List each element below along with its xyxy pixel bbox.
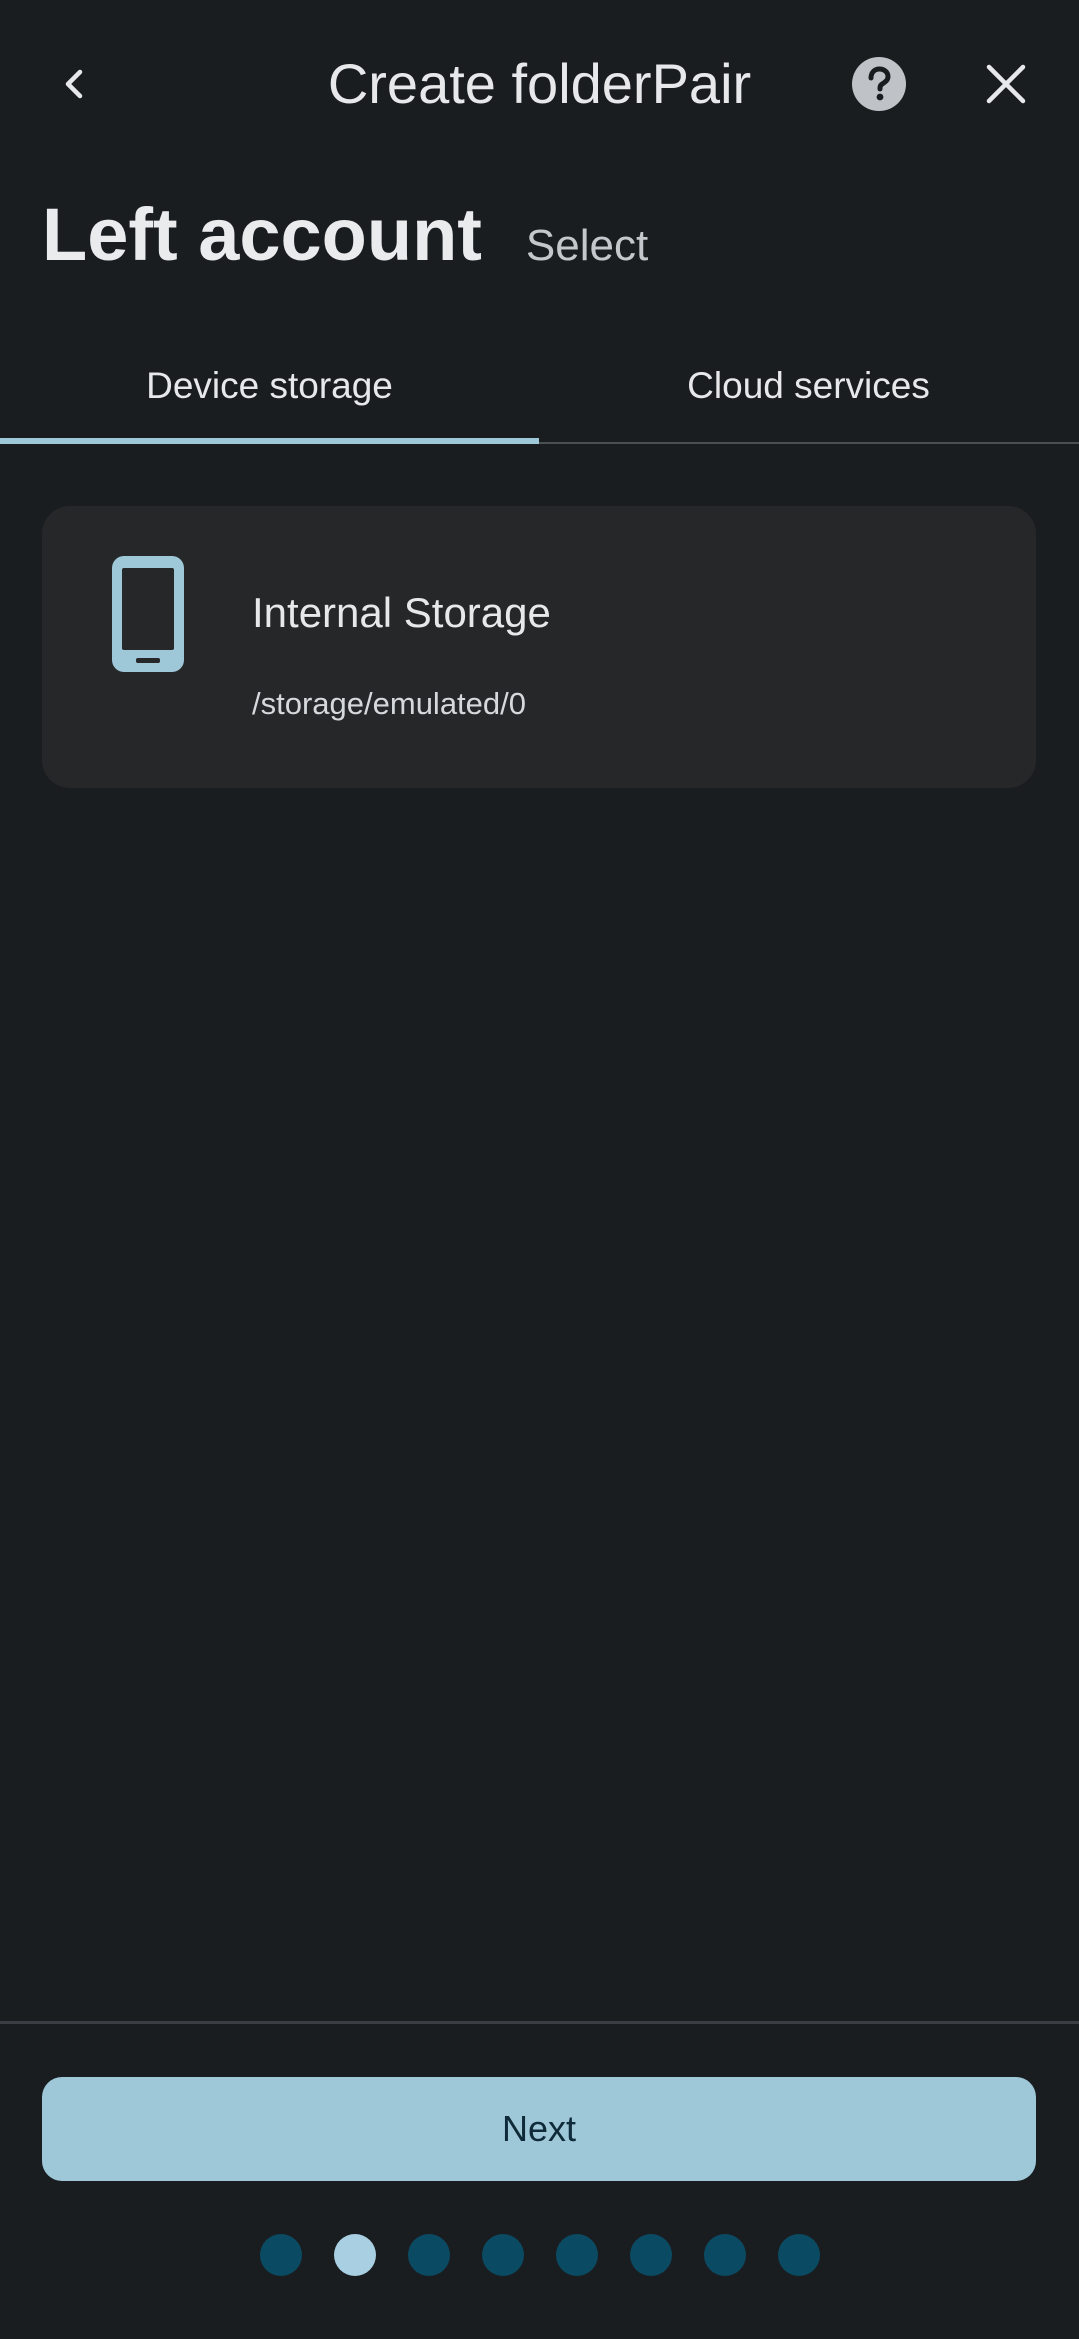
step-dot-7 [704, 2234, 746, 2276]
top-app-bar: Create folderPair [0, 0, 1079, 170]
footer-divider [0, 2021, 1079, 2024]
step-dot-1 [260, 2234, 302, 2276]
storage-item-internal[interactable]: Internal Storage /storage/emulated/0 [42, 506, 1036, 788]
smartphone-icon [112, 556, 184, 672]
storage-item-path: /storage/emulated/0 [252, 686, 527, 721]
storage-tabs: Device storage Cloud services [0, 330, 1079, 444]
step-dot-5 [556, 2234, 598, 2276]
storage-item-title: Internal Storage [252, 589, 551, 636]
tab-device-storage[interactable]: Device storage [0, 330, 539, 444]
help-circle-icon [852, 57, 906, 111]
close-button[interactable] [958, 36, 1054, 132]
step-dot-6 [630, 2234, 672, 2276]
tab-cloud-services[interactable]: Cloud services [539, 330, 1078, 442]
step-dot-4 [482, 2234, 524, 2276]
section-heading: Left account Select [42, 190, 648, 291]
section-subtitle: Select [525, 221, 649, 270]
section-title: Left account [42, 193, 482, 276]
help-button[interactable] [831, 36, 927, 132]
next-button[interactable]: Next [42, 2077, 1036, 2181]
close-icon [986, 64, 1026, 104]
step-dot-2-current [334, 2234, 376, 2276]
step-dot-8 [778, 2234, 820, 2276]
step-indicator [0, 2234, 1079, 2276]
step-dot-3 [408, 2234, 450, 2276]
